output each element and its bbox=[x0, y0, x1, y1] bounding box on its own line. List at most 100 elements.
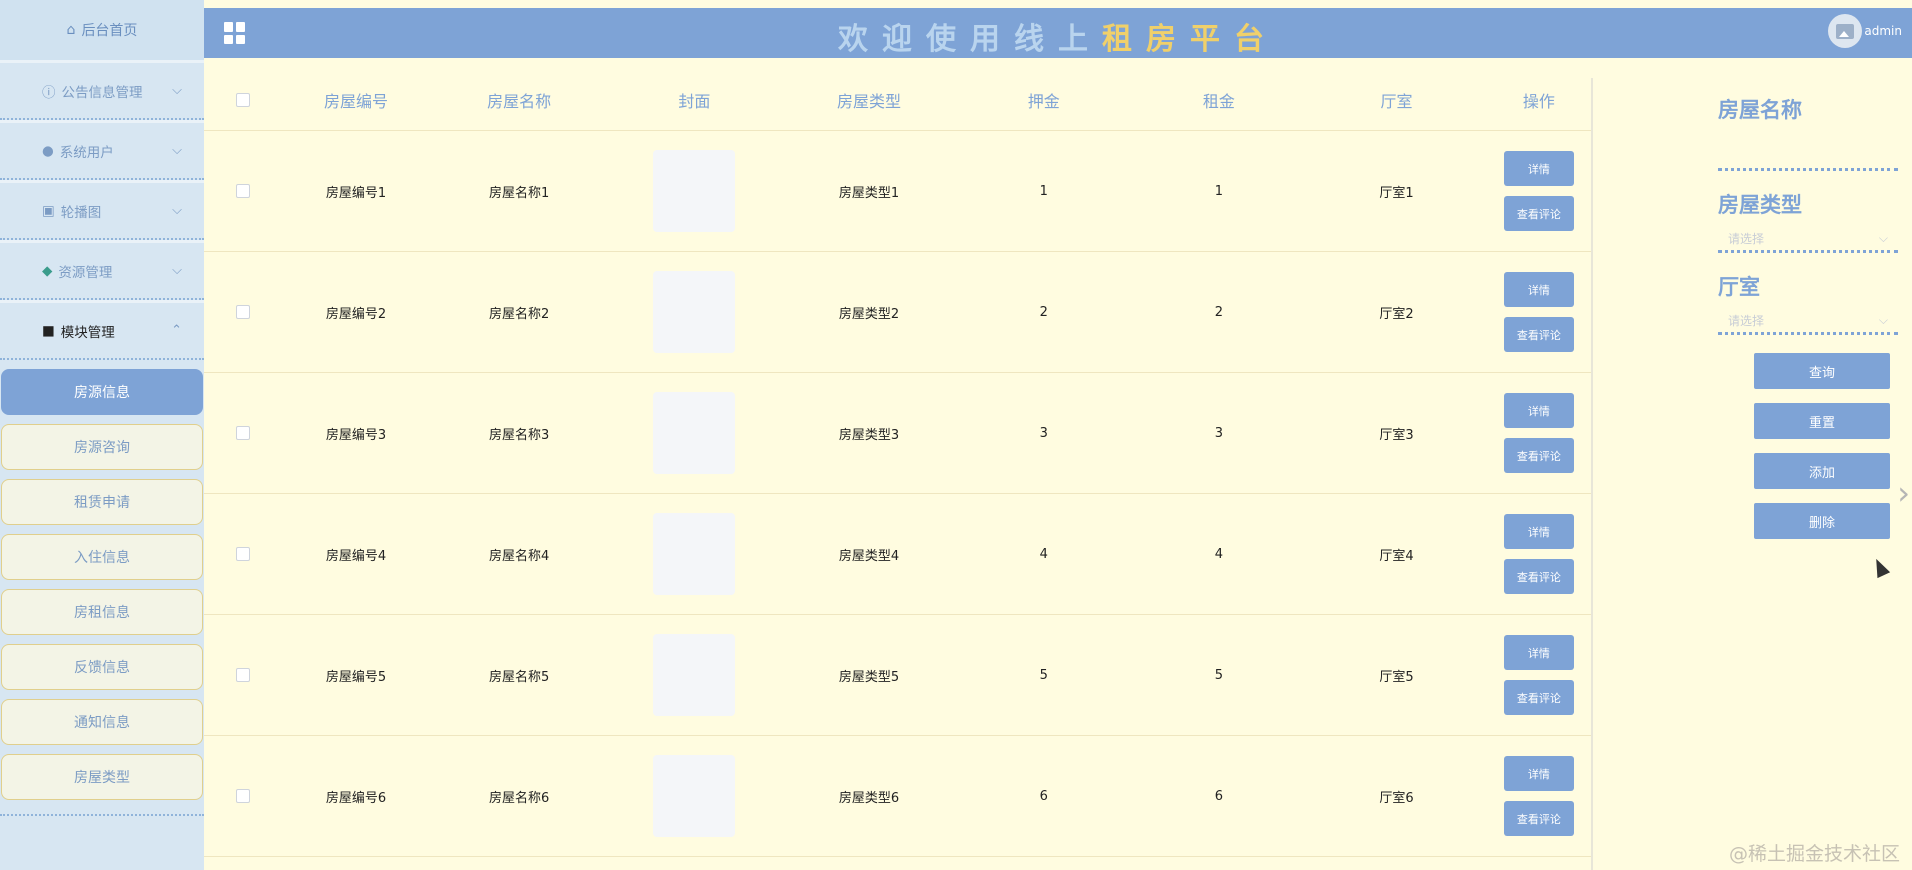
sidebar-item-house-type[interactable]: 房屋类型 bbox=[1, 754, 203, 800]
cell-hall: 厅室1 bbox=[1379, 185, 1414, 201]
cell-deposit: 3 bbox=[1039, 425, 1048, 441]
cell-deposit: 5 bbox=[1039, 667, 1048, 683]
detail-button[interactable]: 详情 bbox=[1503, 635, 1574, 670]
chevron-down-icon: ⌵ bbox=[172, 143, 182, 158]
reset-button[interactable]: 重置 bbox=[1754, 403, 1890, 439]
watermark: @稀土掘金技术社区 bbox=[1728, 843, 1900, 865]
info-icon: ⓘ bbox=[42, 84, 56, 101]
table-row: 房屋编号1 房屋名称1 房屋类型1 1 1 厅室1 详情 查看评论 bbox=[204, 131, 1592, 252]
image-icon: ▣ bbox=[42, 202, 55, 219]
sidebar-item-feedback[interactable]: 反馈信息 bbox=[1, 644, 203, 690]
table-row: 房屋编号5 房屋名称5 房屋类型5 5 5 厅室5 详情 查看评论 bbox=[204, 615, 1592, 736]
cover-image bbox=[653, 392, 736, 474]
sidebar-menu-resources[interactable]: ◆ 资源管理 ⌵ bbox=[0, 240, 204, 300]
sidebar-item-house-consult[interactable]: 房源咨询 bbox=[1, 424, 203, 470]
sidebar-menu-label: 资源管理 bbox=[58, 264, 113, 281]
select-all-checkbox[interactable] bbox=[235, 93, 250, 107]
chevron-right-icon[interactable]: › bbox=[1897, 474, 1910, 512]
sidebar-menu-carousel[interactable]: ▣ 轮播图 ⌵ bbox=[0, 180, 204, 240]
cell-name: 房屋名称6 bbox=[489, 790, 550, 806]
cover-image bbox=[653, 513, 736, 595]
title-part1: 欢迎使用线上 bbox=[838, 22, 1102, 57]
cell-hall: 厅室2 bbox=[1379, 306, 1414, 322]
sidebar-item-notice[interactable]: 通知信息 bbox=[1, 699, 203, 745]
chevron-down-icon: ⌵ bbox=[1878, 231, 1888, 245]
cell-rent: 6 bbox=[1214, 788, 1224, 804]
cell-type: 房屋类型2 bbox=[838, 306, 900, 322]
cell-type: 房屋类型1 bbox=[838, 185, 900, 201]
house-type-select[interactable]: 请选择 ⌵ bbox=[1718, 227, 1898, 253]
col-header: 房屋名称 bbox=[487, 92, 552, 111]
table-row: 房屋编号4 房屋名称4 房屋类型4 4 4 厅室4 详情 查看评论 bbox=[204, 494, 1592, 615]
house-name-label: 房屋名称 bbox=[1718, 98, 1802, 122]
cell-rent: 1 bbox=[1214, 183, 1224, 199]
sidebar-item-rent-apply[interactable]: 租赁申请 bbox=[1, 479, 203, 525]
cell-num: 房屋编号6 bbox=[325, 790, 387, 806]
cell-name: 房屋名称5 bbox=[489, 669, 550, 685]
top-bar: 欢迎使用线上租房平台 admin bbox=[204, 8, 1912, 58]
view-comments-button[interactable]: 查看评论 bbox=[1503, 317, 1574, 352]
house-name-input[interactable] bbox=[1718, 134, 1898, 171]
mouse-cursor-icon bbox=[1869, 555, 1891, 579]
cell-num: 房屋编号4 bbox=[325, 548, 387, 564]
cell-deposit: 4 bbox=[1039, 546, 1048, 562]
cell-deposit: 6 bbox=[1039, 788, 1048, 804]
cell-name: 房屋名称3 bbox=[489, 427, 550, 443]
view-comments-button[interactable]: 查看评论 bbox=[1503, 438, 1574, 473]
view-comments-button[interactable]: 查看评论 bbox=[1503, 801, 1574, 836]
sidebar-menu-modules[interactable]: ■ 模块管理 ⌃ bbox=[0, 300, 204, 360]
sidebar-item-house-info[interactable]: 房源信息 bbox=[1, 369, 203, 415]
cover-image bbox=[653, 634, 736, 716]
detail-button[interactable]: 详情 bbox=[1503, 272, 1574, 307]
cell-hall: 厅室6 bbox=[1379, 790, 1414, 806]
detail-button[interactable]: 详情 bbox=[1503, 393, 1574, 428]
chevron-down-icon: ⌵ bbox=[172, 203, 182, 218]
chevron-down-icon: ⌵ bbox=[172, 263, 182, 278]
user-icon: ● bbox=[42, 142, 54, 159]
cell-num: 房屋编号3 bbox=[325, 427, 387, 443]
row-checkbox[interactable] bbox=[235, 305, 250, 319]
house-table: 房屋编号 房屋名称 封面 房屋类型 押金 租金 厅室 操作 房屋编号1 房屋名称… bbox=[204, 70, 1592, 857]
delete-button[interactable]: 删除 bbox=[1754, 503, 1890, 539]
username[interactable]: admin bbox=[1864, 24, 1902, 38]
sidebar-menu-users[interactable]: ● 系统用户 ⌵ bbox=[0, 120, 204, 180]
detail-button[interactable]: 详情 bbox=[1503, 151, 1574, 186]
col-header: 押金 bbox=[1027, 92, 1060, 111]
sidebar-menu-notice[interactable]: ⓘ 公告信息管理 ⌵ bbox=[0, 60, 204, 120]
select-placeholder: 请选择 bbox=[1728, 232, 1765, 246]
row-checkbox[interactable] bbox=[235, 547, 250, 561]
title-part2: 租房平台 bbox=[1102, 22, 1278, 57]
sidebar-item-rent-info[interactable]: 房租信息 bbox=[1, 589, 203, 635]
sidebar-item-checkin[interactable]: 入住信息 bbox=[1, 534, 203, 580]
sidebar-menu-label: 轮播图 bbox=[60, 204, 102, 221]
chevron-up-icon: ⌃ bbox=[171, 323, 182, 338]
table-row: 房屋编号3 房屋名称3 房屋类型3 3 3 厅室3 详情 查看评论 bbox=[204, 373, 1592, 494]
view-comments-button[interactable]: 查看评论 bbox=[1503, 680, 1574, 715]
sidebar-menu-label: 公告信息管理 bbox=[61, 84, 143, 101]
row-checkbox[interactable] bbox=[235, 668, 250, 682]
add-button[interactable]: 添加 bbox=[1754, 453, 1890, 489]
hall-label: 厅室 bbox=[1718, 275, 1760, 299]
hall-select[interactable]: 请选择 ⌵ bbox=[1718, 309, 1898, 335]
row-checkbox[interactable] bbox=[235, 426, 250, 440]
view-comments-button[interactable]: 查看评论 bbox=[1503, 559, 1574, 594]
view-comments-button[interactable]: 查看评论 bbox=[1503, 196, 1574, 231]
avatar[interactable] bbox=[1828, 14, 1862, 48]
row-checkbox[interactable] bbox=[235, 184, 250, 198]
image-icon bbox=[1836, 23, 1854, 39]
cell-name: 房屋名称4 bbox=[489, 548, 550, 564]
detail-button[interactable]: 详情 bbox=[1503, 514, 1574, 549]
select-placeholder: 请选择 bbox=[1728, 314, 1765, 328]
divider bbox=[0, 814, 204, 816]
cover-image bbox=[653, 150, 736, 232]
row-checkbox[interactable] bbox=[235, 789, 250, 803]
cell-rent: 3 bbox=[1214, 425, 1224, 441]
sidebar-home[interactable]: ⌂ 后台首页 bbox=[0, 0, 204, 60]
cell-hall: 厅室3 bbox=[1379, 427, 1414, 443]
cell-deposit: 2 bbox=[1039, 304, 1048, 320]
chevron-down-icon: ⌵ bbox=[172, 83, 182, 98]
detail-button[interactable]: 详情 bbox=[1503, 756, 1574, 791]
sidebar-menu-label: 模块管理 bbox=[60, 324, 115, 341]
query-button[interactable]: 查询 bbox=[1754, 353, 1890, 389]
cell-type: 房屋类型6 bbox=[838, 790, 900, 806]
